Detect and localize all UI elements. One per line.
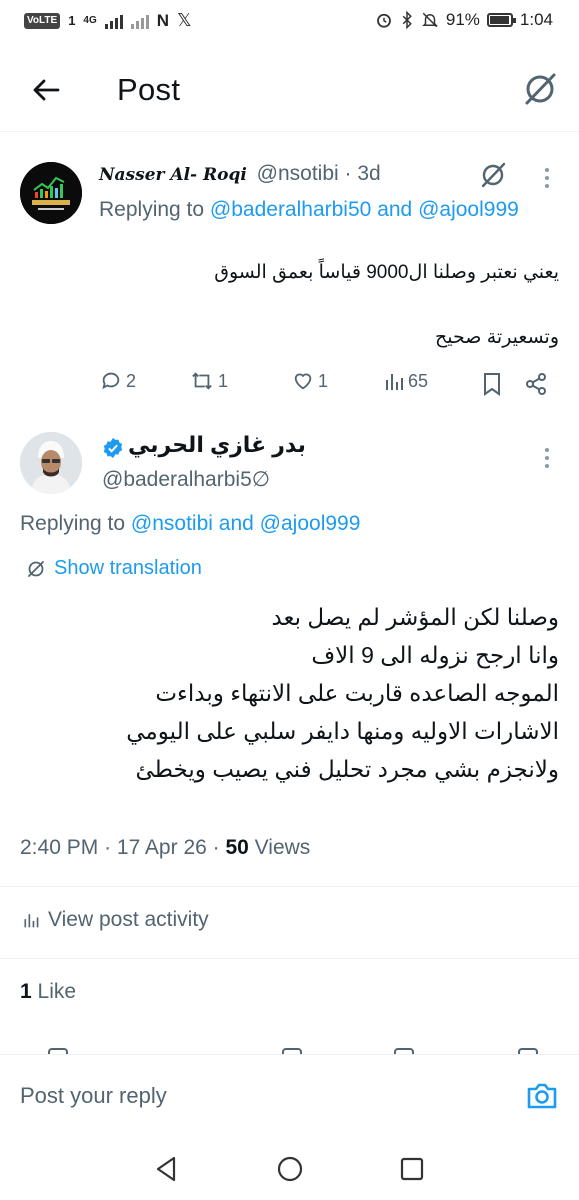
x-app-icon: 𝕏	[177, 10, 192, 30]
post-text: يعني نعتبر وصلنا ال9000 قياساً بعمق السو…	[99, 258, 559, 352]
replying-prefix: Replying to	[20, 512, 126, 535]
post-text-line: وصلنا لكن المؤشر لم يصل بعد	[271, 604, 559, 630]
status-right: 91% 1:04	[375, 10, 553, 30]
nav-back-icon[interactable]	[152, 1154, 182, 1184]
post-text-line: ولانجزم بشي مجرد تحليل فني يصيب ويخطئ	[135, 756, 559, 782]
view-post-activity-label: View post activity	[48, 908, 209, 931]
more-options-icon[interactable]	[543, 448, 551, 472]
likes-label: Like	[37, 980, 77, 1003]
top-app-bar: Post	[0, 52, 579, 132]
post-age: · 3d	[344, 162, 381, 185]
views-count: 65	[408, 370, 429, 391]
clock: 1:04	[519, 10, 553, 29]
likes-count: 1	[20, 980, 32, 1003]
more-options-icon[interactable]	[543, 168, 551, 192]
post-text-line: يعني نعتبر وصلنا ال9000 قياساً بعمق السو…	[214, 262, 559, 283]
repost-count: 1	[218, 370, 229, 391]
bookmark-icon[interactable]	[482, 372, 502, 396]
page-title: Post	[117, 72, 181, 107]
focal-tweet: بدر غازي الحربي @baderalharbi5∅ Replying…	[0, 412, 579, 1056]
nav-recents-icon[interactable]	[397, 1154, 427, 1184]
mention-link[interactable]: @ajool999	[260, 512, 361, 535]
views-label: Views	[254, 836, 311, 859]
battery-percent: 91%	[445, 10, 480, 29]
reply-button[interactable]: 2	[100, 370, 136, 392]
post-text-line: وتسعيرتة صحيح	[435, 327, 559, 348]
reply-icon	[102, 372, 120, 390]
mute-icon	[422, 12, 438, 28]
repost-button[interactable]: 1	[190, 370, 228, 392]
volte-badge: VoLTE	[24, 12, 61, 29]
reply-count: 2	[126, 370, 137, 391]
post-text: وصلنا لكن المؤشر لم يصل بعد وانا ارجح نز…	[19, 598, 559, 788]
author-handle[interactable]: @nsotibi	[257, 162, 339, 185]
analytics-icon	[386, 374, 403, 390]
action-bar: 2 1 1 65	[100, 370, 560, 400]
bluetooth-icon	[402, 11, 412, 29]
replying-to: Replying to @baderalharbi50 and @ajool99…	[99, 194, 519, 226]
alarm-icon	[376, 13, 391, 28]
post-text-line: وانا ارجح نزوله الى 9 الاف	[311, 642, 559, 668]
author-handle[interactable]: @baderalharbi5∅	[102, 467, 270, 492]
reply-input[interactable]: Post your reply	[20, 1083, 167, 1109]
avatar[interactable]	[20, 162, 82, 224]
parent-tweet[interactable]: Nasser Al- Roqi @nsotibi · 3d Replying t…	[0, 132, 579, 412]
battery-icon	[486, 13, 516, 27]
view-post-activity-button[interactable]: View post activity	[22, 908, 209, 932]
system-nav-bar	[0, 1140, 579, 1200]
mention-link[interactable]: @baderalharbi50	[210, 198, 371, 221]
post-date: 17 Apr 26	[116, 836, 207, 859]
post-time: 2:40 PM	[20, 836, 99, 859]
show-translation-label: Show translation	[54, 557, 202, 579]
mention-link[interactable]: @nsotibi	[131, 512, 213, 535]
divider	[0, 886, 579, 887]
author-row: Nasser Al- Roqi @nsotibi · 3d	[99, 162, 381, 186]
back-arrow-icon[interactable]	[30, 74, 62, 106]
verified-badge-icon[interactable]	[102, 437, 124, 459]
mention-link[interactable]: @ajool999	[418, 198, 519, 221]
share-icon[interactable]	[524, 372, 548, 396]
grok-icon[interactable]	[521, 70, 559, 108]
status-bar: VoLTE 1 4G N 𝕏 91% 1:04	[0, 0, 579, 44]
replying-and: and	[218, 512, 254, 535]
show-translation-button[interactable]: Show translation	[26, 557, 202, 580]
repost-icon	[192, 372, 212, 390]
camera-icon[interactable]	[525, 1079, 559, 1113]
analytics-icon	[24, 914, 39, 928]
grok-translate-icon	[28, 560, 44, 577]
avatar[interactable]	[20, 432, 82, 494]
grok-icon[interactable]	[478, 160, 508, 190]
signal-icon	[104, 13, 123, 29]
replying-prefix: Replying to	[99, 198, 205, 221]
replying-and: and	[377, 198, 413, 221]
nfc-icon: N	[156, 10, 170, 30]
signal-2-icon	[130, 13, 149, 29]
author-name[interactable]: بدر غازي الحربي	[128, 432, 306, 458]
views-count: 50	[225, 836, 249, 859]
status-left: VoLTE 1 4G N 𝕏	[24, 10, 192, 31]
sim-indicator: 1	[68, 13, 76, 28]
heart-icon	[294, 373, 312, 390]
like-button[interactable]: 1	[292, 370, 328, 392]
network-label: 4G	[83, 15, 97, 26]
post-text-line: الموجه الصاعده قاربت على الانتهاء وبداءت	[155, 680, 559, 706]
like-count: 1	[318, 370, 329, 391]
avatar-logo-icon	[20, 162, 82, 224]
nav-home-icon[interactable]	[275, 1154, 305, 1184]
views-button[interactable]: 65	[384, 370, 428, 392]
divider	[0, 958, 579, 959]
replying-to: Replying to @nsotibi and @ajool999	[20, 512, 360, 536]
author-name-text: بدر غازي الحربي	[128, 432, 306, 457]
post-text-line: الاشارات الاوليه ومنها دايفر سلبي على ال…	[126, 718, 559, 744]
reply-composer: Post your reply	[0, 1054, 579, 1140]
author-name[interactable]: Nasser Al- Roqi	[99, 165, 247, 185]
likes-summary[interactable]: 1 Like	[20, 980, 76, 1004]
avatar-photo-icon	[20, 432, 82, 494]
post-metadata: 2:40 PM · 17 Apr 26 · 50 Views	[20, 836, 311, 859]
